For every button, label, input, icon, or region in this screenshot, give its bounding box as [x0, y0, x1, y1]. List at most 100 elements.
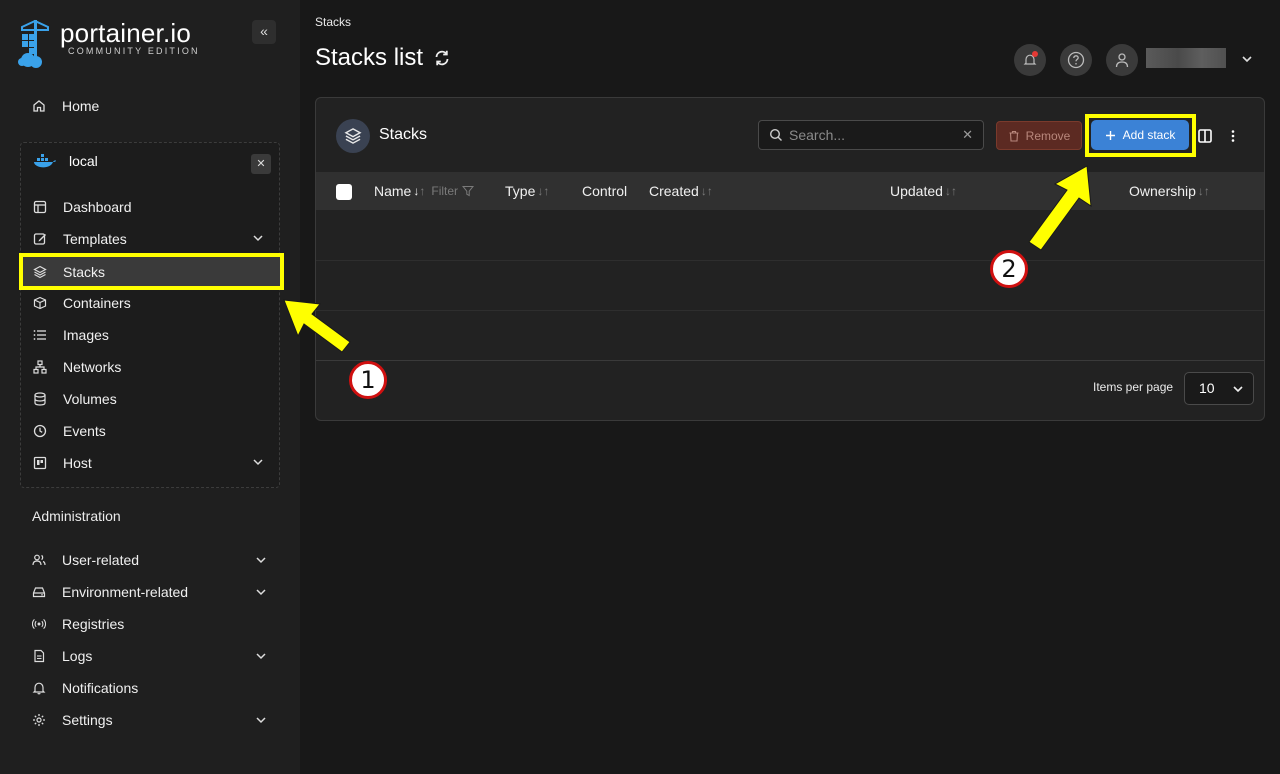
sidebar-item-label: Networks: [63, 359, 122, 375]
search-icon: [769, 128, 782, 141]
chevron-down-icon: [253, 459, 263, 466]
notification-dot: [1032, 51, 1038, 57]
sort-icon: ↓↑: [1197, 184, 1210, 198]
close-environment-button[interactable]: ✕: [251, 154, 271, 174]
sidebar-item-registries[interactable]: Registries: [32, 612, 124, 636]
step-2-badge: 2: [990, 250, 1028, 288]
network-icon: [33, 360, 47, 374]
sidebar-item-templates[interactable]: Templates: [33, 227, 269, 251]
database-icon: [34, 392, 46, 406]
sidebar-item-user-related[interactable]: User-related: [32, 548, 268, 572]
items-per-page-select[interactable]: 10: [1184, 372, 1254, 405]
brand-edition: COMMUNITY EDITION: [68, 46, 200, 56]
clear-search-icon[interactable]: ✕: [962, 127, 973, 143]
notifications-button[interactable]: [1014, 44, 1046, 76]
table-footer-divider: [316, 360, 1264, 361]
sidebar-item-label: Volumes: [63, 391, 117, 407]
table-header: Name ↓↑ Filter Type ↓↑ Control Created ↓…: [316, 172, 1264, 210]
gear-icon: [33, 714, 45, 726]
breadcrumb[interactable]: Stacks: [315, 15, 351, 29]
column-type[interactable]: Type ↓↑: [505, 183, 549, 199]
column-filter[interactable]: Filter: [431, 184, 475, 198]
page-title: Stacks list: [315, 44, 451, 72]
filter-icon: [462, 186, 475, 197]
sidebar-item-dashboard[interactable]: Dashboard: [33, 195, 269, 219]
sidebar-item-notifications[interactable]: Notifications: [32, 676, 138, 700]
chevron-down-icon: [256, 653, 266, 660]
radio-icon: [32, 619, 46, 629]
sidebar-item-containers[interactable]: Containers: [33, 291, 269, 315]
sort-icon: ↓↑: [413, 184, 426, 198]
sidebar-item-label: Notifications: [62, 680, 139, 696]
sidebar-item-home[interactable]: Home: [32, 94, 99, 118]
logo[interactable]: portainer.io COMMUNITY EDITION: [18, 18, 200, 68]
sidebar-item-settings[interactable]: Settings: [32, 708, 268, 732]
refresh-icon[interactable]: [433, 49, 451, 67]
sidebar-item-label: Dashboard: [63, 199, 132, 215]
stacks-panel: Stacks ✕ Remove Add stack Name ↓↑ Filter…: [315, 97, 1265, 421]
sidebar-item-environment-related[interactable]: Environment-related: [32, 580, 268, 604]
sidebar-item-label: Templates: [63, 231, 127, 247]
edit-icon: [33, 233, 46, 245]
select-all-checkbox[interactable]: [336, 184, 352, 200]
brand-name: portainer.io: [60, 18, 192, 48]
sidebar-item-label: Home: [62, 98, 100, 114]
sidebar-item-label: User-related: [62, 552, 140, 568]
layers-icon: [344, 128, 362, 144]
filter-label: Filter: [431, 184, 459, 198]
items-per-page-value: 10: [1199, 380, 1215, 396]
search-input[interactable]: [789, 127, 949, 143]
remove-button-label: Remove: [1025, 128, 1071, 143]
column-updated[interactable]: Updated ↓↑: [890, 183, 957, 199]
column-created[interactable]: Created ↓↑: [649, 183, 713, 199]
clock-icon: [33, 424, 47, 438]
username-redacted: [1146, 48, 1226, 68]
dashboard-icon: [33, 200, 47, 214]
sidebar-item-logs[interactable]: Logs: [32, 644, 268, 668]
search-box: ✕: [758, 120, 984, 150]
bell-icon: [32, 682, 46, 695]
box-icon: [33, 296, 47, 310]
sidebar-item-host[interactable]: Host: [33, 451, 269, 475]
collapse-sidebar-button[interactable]: «: [252, 20, 276, 44]
column-name-label: Name: [374, 183, 412, 199]
sidebar-item-label: Containers: [63, 295, 131, 311]
sidebar-item-label: Images: [63, 327, 109, 343]
users-icon: [32, 554, 46, 566]
page-title-text: Stacks list: [315, 44, 424, 71]
sidebar-item-label: Events: [63, 423, 106, 439]
help-button[interactable]: [1060, 44, 1092, 76]
user-menu-button[interactable]: [1106, 44, 1138, 76]
docker-icon: [34, 154, 56, 168]
drive-icon: [32, 587, 46, 598]
column-created-label: Created: [649, 183, 699, 199]
panel-title: Stacks: [379, 126, 428, 143]
sidebar-item-label: Logs: [62, 648, 93, 664]
column-updated-label: Updated: [890, 183, 943, 199]
trash-icon: [1009, 130, 1019, 142]
column-name[interactable]: Name ↓↑ Filter: [374, 183, 475, 199]
environment-header: local: [33, 153, 98, 169]
list-icon: [33, 330, 46, 340]
columns-icon[interactable]: [1198, 129, 1212, 143]
column-ownership[interactable]: Ownership ↓↑: [1129, 183, 1210, 199]
environment-section: local ✕ Dashboard Templates Stacks Conta…: [20, 142, 282, 488]
add-stack-highlight-box: [1085, 114, 1196, 157]
chevron-down-icon[interactable]: [1240, 52, 1254, 66]
remove-button[interactable]: Remove: [996, 121, 1082, 150]
sidebar-item-images[interactable]: Images: [33, 323, 269, 347]
sidebar-item-label: Registries: [62, 616, 125, 632]
column-control: Control: [582, 183, 627, 199]
more-vertical-icon[interactable]: [1226, 129, 1240, 143]
sidebar-item-volumes[interactable]: Volumes: [33, 387, 269, 411]
user-icon: [1115, 53, 1129, 68]
sidebar-item-networks[interactable]: Networks: [33, 355, 269, 379]
sort-icon: ↓↑: [700, 184, 713, 198]
administration-heading: Administration: [32, 508, 121, 524]
sidebar: portainer.io COMMUNITY EDITION « Home lo…: [0, 0, 300, 774]
file-icon: [34, 649, 45, 663]
chevron-down-icon: [253, 235, 263, 242]
chevron-down-icon: [1233, 386, 1243, 393]
sidebar-item-events[interactable]: Events: [33, 419, 269, 443]
chevron-down-icon: [256, 557, 266, 564]
